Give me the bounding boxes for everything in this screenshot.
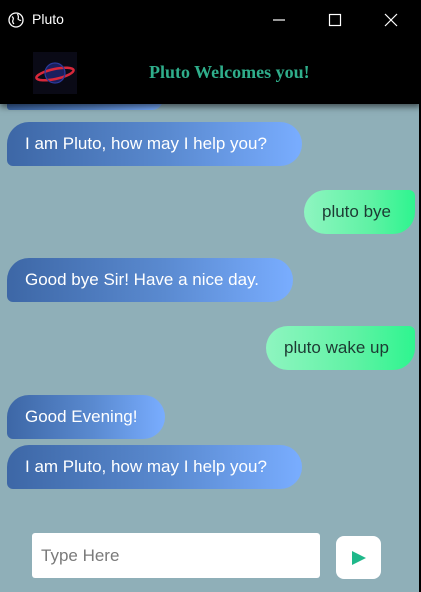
maximize-icon: [328, 13, 342, 27]
bot-message: Good Evening!: [7, 395, 165, 439]
send-button[interactable]: [336, 536, 381, 579]
bot-message: I am Pluto, how may I help you?: [7, 122, 302, 166]
globe-icon: [8, 12, 24, 28]
minimize-button[interactable]: [256, 0, 302, 40]
maximize-button[interactable]: [312, 0, 358, 40]
bot-message: I am Pluto, how may I help you?: [7, 445, 302, 489]
bot-message: Good bye Sir! Have a nice day.: [7, 258, 293, 302]
message-input[interactable]: [32, 533, 320, 578]
close-button[interactable]: [368, 0, 414, 40]
pluto-logo: [33, 52, 77, 94]
chat-area[interactable]: I am Pluto, how may I help you? pluto by…: [0, 104, 421, 520]
header-title: Pluto Welcomes you!: [149, 62, 310, 82]
window-title: Pluto: [32, 11, 64, 27]
user-message: pluto wake up: [266, 326, 415, 370]
minimize-icon: [273, 19, 285, 21]
user-message: pluto bye: [304, 190, 415, 234]
app-header: Pluto Welcomes you!: [0, 40, 421, 104]
send-icon: [352, 551, 366, 565]
close-icon: [384, 13, 398, 27]
title-bar: Pluto: [0, 0, 421, 40]
composer: [0, 520, 421, 592]
chat-bubble-partial: [7, 104, 163, 110]
